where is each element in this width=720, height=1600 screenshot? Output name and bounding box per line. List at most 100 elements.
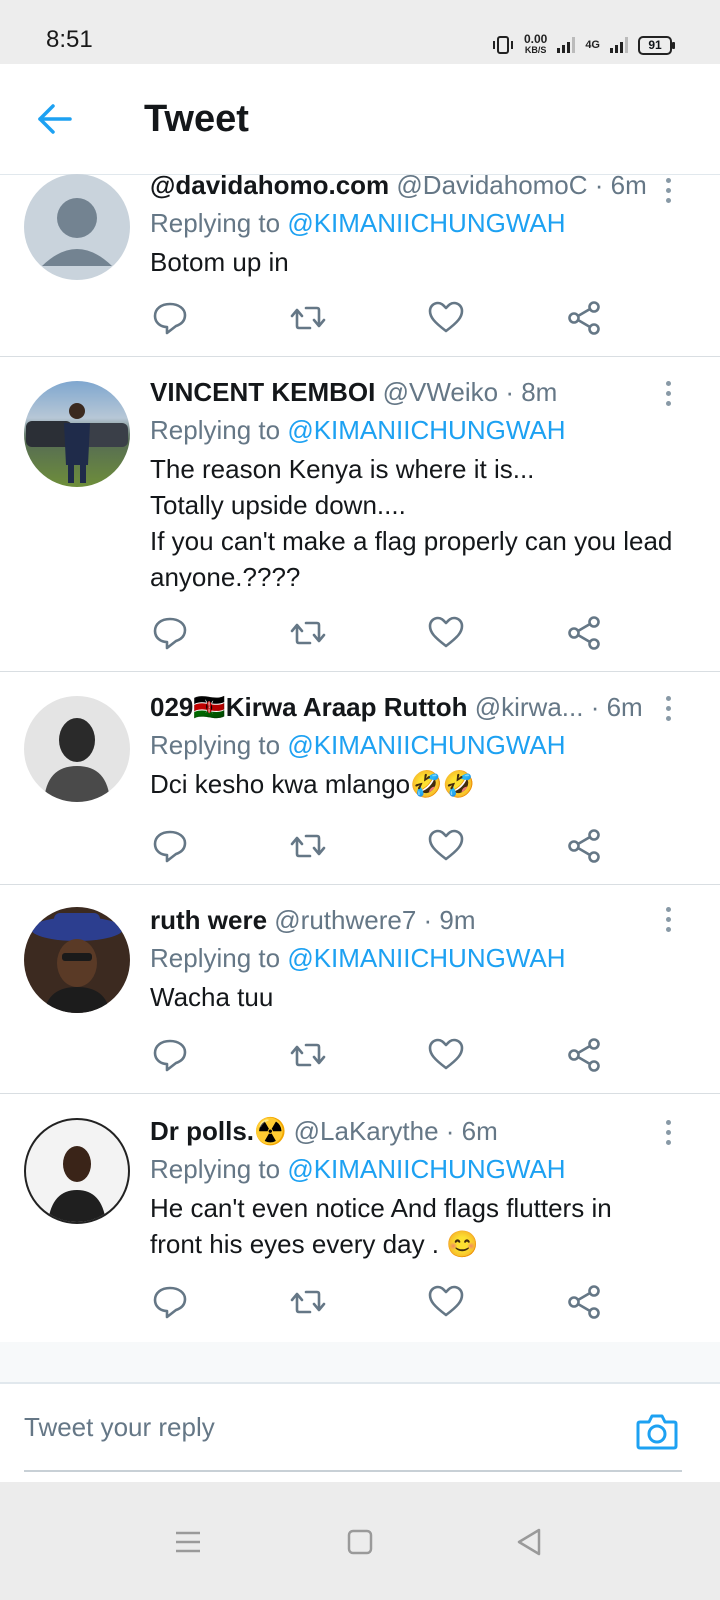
tweet-time: · 6m (445, 1116, 498, 1146)
battery-icon: 91 (638, 35, 675, 55)
share-button[interactable] (564, 1035, 604, 1075)
retweet-icon (290, 834, 326, 858)
page-title: Tweet (144, 98, 249, 140)
mention-link[interactable]: @KIMANIICHUNGWAH (287, 415, 565, 445)
profile-photo (48, 1146, 106, 1222)
avatar[interactable] (24, 907, 130, 1013)
tweet-item[interactable]: VINCENT KEMBOI @VWeiko · 8m Replying to … (0, 357, 720, 672)
retweet-button[interactable] (288, 1035, 328, 1075)
reply-button[interactable] (150, 1035, 190, 1075)
like-icon (428, 829, 464, 861)
reply-composer: Tweet your reply (0, 1382, 720, 1484)
tweet-actions (150, 1035, 610, 1075)
tweet-author-name[interactable]: @davidahomo.com (150, 170, 389, 200)
back-triangle-icon (517, 1528, 541, 1556)
tweet-handle[interactable]: @ruthwere7 (274, 905, 416, 935)
tweet-handle[interactable]: @LaKarythe (294, 1116, 439, 1146)
tweet-text: He can't even notice And flags flutters … (150, 1193, 612, 1259)
replying-label: Replying to (150, 208, 281, 238)
system-back-button[interactable] (510, 1522, 550, 1562)
share-button[interactable] (564, 613, 604, 653)
top-app-bar: Tweet (0, 64, 720, 175)
retweet-button[interactable] (288, 826, 328, 866)
like-button[interactable] (426, 826, 466, 866)
net-speed-unit: KB/S (524, 45, 547, 55)
tweet-item[interactable]: 029🇰🇪Kirwa Araap Ruttoh @kirwa... · 6m R… (0, 672, 720, 885)
vibrate-icon (492, 36, 513, 54)
tweet-item[interactable]: @davidahomo.com @DavidahomoC · 6m Replyi… (0, 170, 720, 357)
like-button[interactable] (426, 298, 466, 338)
like-icon (428, 616, 464, 648)
avatar[interactable] (24, 1118, 130, 1224)
share-icon (568, 616, 600, 650)
like-icon (428, 301, 464, 333)
tweet-handle[interactable]: @kirwa... (475, 692, 584, 722)
tweet-item[interactable]: Dr polls.☢️ @LaKarythe · 6m Replying to … (0, 1094, 720, 1343)
status-indicators: 0.00 KB/S 4G 91 (492, 30, 675, 60)
profile-photo (31, 913, 123, 1013)
tweet-author-name[interactable]: ruth were (150, 905, 267, 935)
share-button[interactable] (564, 826, 604, 866)
mention-link[interactable]: @KIMANIICHUNGWAH (287, 730, 565, 760)
reply-icon (153, 617, 187, 650)
avatar[interactable] (24, 174, 130, 280)
like-button[interactable] (426, 1282, 466, 1322)
retweet-button[interactable] (288, 613, 328, 653)
system-nav-bar (0, 1482, 720, 1600)
tweet-handle[interactable]: @VWeiko (383, 377, 499, 407)
tweet-text: Botom up in (150, 247, 289, 277)
tweet-item[interactable]: ruth were @ruthwere7 · 9m Replying to @K… (0, 885, 720, 1094)
share-icon (568, 1285, 600, 1319)
tweet-time: · 6m (590, 692, 643, 722)
avatar[interactable] (24, 381, 130, 487)
like-button[interactable] (426, 1035, 466, 1075)
retweet-button[interactable] (288, 1282, 328, 1322)
retweet-icon (290, 1043, 326, 1067)
reply-icon (153, 302, 187, 335)
net-speed: 0.00 KB/S (523, 32, 548, 56)
net-speed-value: 0.00 (523, 32, 548, 46)
reply-input[interactable]: Tweet your reply (24, 1384, 682, 1472)
back-button[interactable] (36, 102, 76, 136)
retweet-icon (290, 306, 326, 330)
retweet-button[interactable] (288, 298, 328, 338)
share-button[interactable] (564, 1282, 604, 1322)
mention-link[interactable]: @KIMANIICHUNGWAH (287, 1154, 565, 1184)
reply-button[interactable] (150, 298, 190, 338)
tweet-author-name[interactable]: VINCENT KEMBOI (150, 377, 375, 407)
home-button[interactable] (340, 1522, 380, 1562)
camera-icon (636, 1414, 678, 1450)
avatar[interactable] (24, 696, 130, 802)
share-icon (568, 1038, 600, 1072)
reply-button[interactable] (150, 613, 190, 653)
camera-button[interactable] (636, 1412, 678, 1450)
like-button[interactable] (426, 613, 466, 653)
retweet-icon (290, 1290, 326, 1314)
menu-button[interactable] (168, 1522, 208, 1562)
reply-icon (153, 1039, 187, 1072)
menu-icon (176, 1531, 200, 1553)
share-button[interactable] (564, 298, 604, 338)
mention-link[interactable]: @KIMANIICHUNGWAH (287, 208, 565, 238)
reply-button[interactable] (150, 1282, 190, 1322)
tweet-author-name[interactable]: 029🇰🇪Kirwa Araap Ruttoh (150, 692, 467, 722)
share-icon (568, 301, 600, 335)
tweet-text: Wacha tuu (150, 982, 274, 1012)
reply-icon (153, 830, 187, 863)
replying-label: Replying to (150, 1154, 281, 1184)
profile-photo (26, 403, 128, 483)
tweet-author-name[interactable]: Dr polls.☢️ (150, 1116, 286, 1146)
reply-button[interactable] (150, 826, 190, 866)
mention-link[interactable]: @KIMANIICHUNGWAH (287, 943, 565, 973)
tweet-time: · 9m (423, 905, 476, 935)
profile-photo (44, 718, 110, 802)
tweet-actions (150, 1282, 610, 1322)
like-icon (428, 1285, 464, 1317)
feed-spacer (0, 1342, 720, 1382)
replying-label: Replying to (150, 943, 281, 973)
tweet-actions (150, 613, 610, 653)
signal-icon (557, 37, 576, 53)
tweet-actions (150, 826, 610, 866)
tweet-handle[interactable]: @DavidahomoC (396, 170, 587, 200)
tweet-time: · 8m (505, 377, 558, 407)
